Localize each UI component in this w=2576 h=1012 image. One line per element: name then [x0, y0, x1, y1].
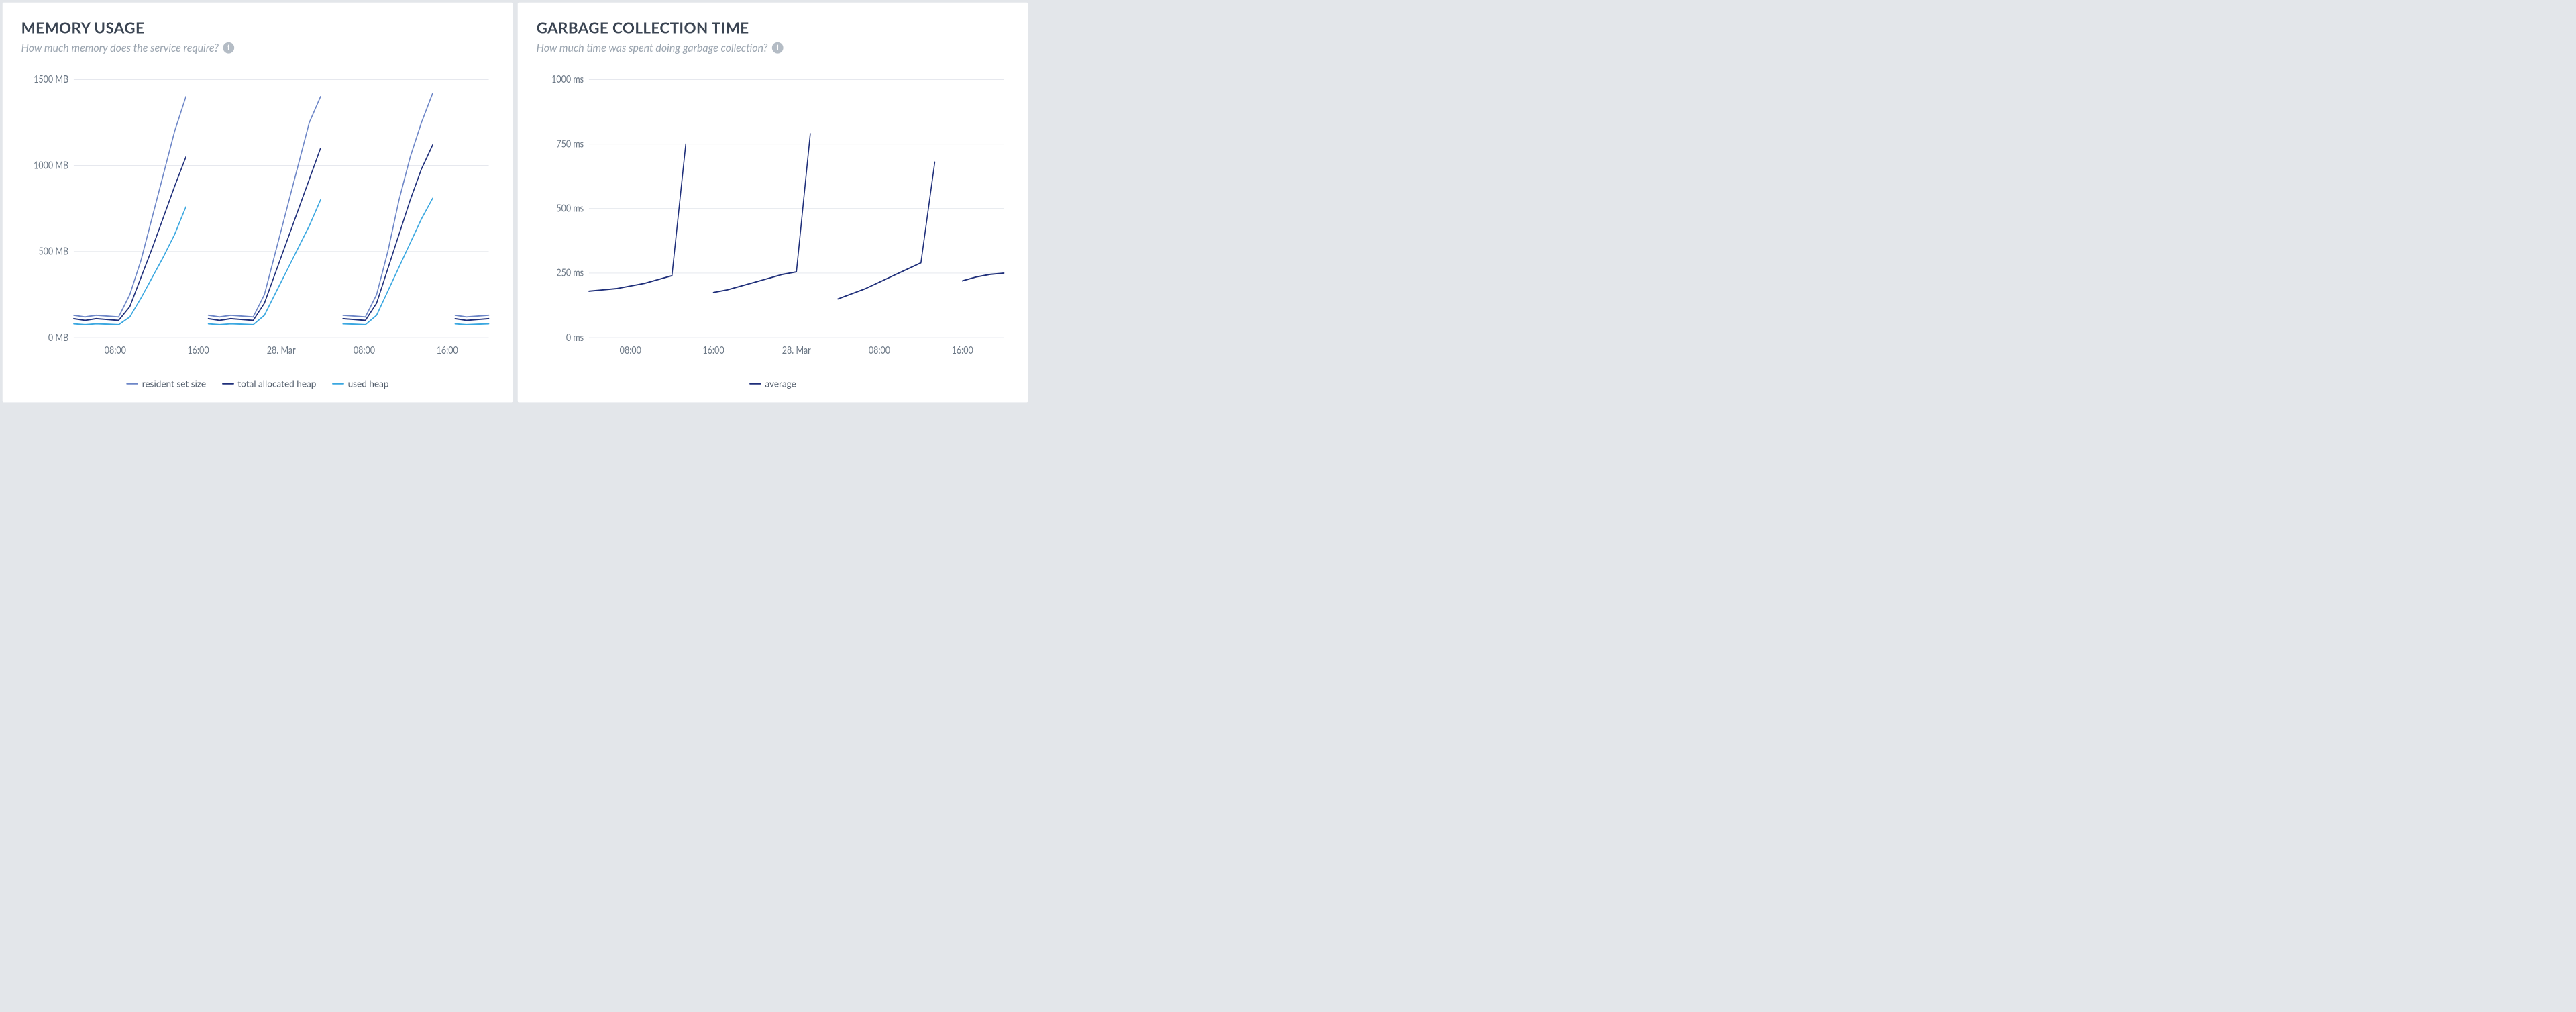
memory-subtitle-text: How much memory does the service require…	[21, 42, 219, 54]
legend-label: resident set size	[142, 378, 206, 389]
legend-label: average	[765, 378, 796, 389]
memory-subtitle-row: How much memory does the service require…	[21, 42, 494, 54]
svg-text:500 MB: 500 MB	[38, 244, 68, 257]
legend-label: total allocated heap	[237, 378, 316, 389]
svg-text:16:00: 16:00	[952, 344, 973, 356]
info-icon[interactable]: i	[772, 42, 784, 54]
info-icon[interactable]: i	[223, 42, 234, 54]
legend-swatch	[222, 383, 234, 384]
memory-chart-svg: 0 MB 500 MB 1000 MB 1500 MB 08:00 16:00 28. Ma…	[21, 73, 494, 370]
memory-chart: 0 MB 500 MB 1000 MB 1500 MB 08:00 16:00 28. Ma…	[21, 73, 494, 370]
legend-swatch	[749, 383, 761, 384]
svg-text:1500 MB: 1500 MB	[34, 73, 68, 85]
svg-text:08:00: 08:00	[620, 344, 641, 356]
legend-label: used heap	[348, 378, 389, 389]
svg-text:0 ms: 0 ms	[566, 331, 584, 344]
svg-text:1000 ms: 1000 ms	[551, 73, 584, 85]
svg-text:500 ms: 500 ms	[556, 201, 584, 214]
svg-text:750 ms: 750 ms	[556, 137, 584, 150]
gc-legend: average	[537, 378, 1010, 389]
svg-text:1000 MB: 1000 MB	[34, 158, 68, 171]
svg-text:250 ms: 250 ms	[556, 266, 584, 279]
gc-chart-svg: 0 ms 250 ms 500 ms 750 ms 1000 ms 08:00 16:00 2…	[537, 73, 1010, 370]
memory-title: MEMORY USAGE	[21, 19, 494, 37]
legend-swatch	[127, 383, 139, 384]
legend-item[interactable]: used heap	[332, 378, 388, 389]
svg-text:16:00: 16:00	[702, 344, 724, 356]
svg-text:16:00: 16:00	[437, 344, 458, 356]
svg-text:08:00: 08:00	[354, 344, 375, 356]
gc-title: GARBAGE COLLECTION TIME	[537, 19, 1010, 37]
svg-text:0 MB: 0 MB	[48, 331, 68, 344]
legend-swatch	[332, 383, 344, 384]
memory-usage-panel: MEMORY USAGE How much memory does the se…	[2, 2, 513, 403]
gc-subtitle-text: How much time was spent doing garbage co…	[537, 42, 768, 54]
svg-text:28. Mar: 28. Mar	[782, 344, 811, 356]
memory-legend: resident set size total allocated heap use…	[21, 378, 494, 389]
legend-item[interactable]: average	[749, 378, 796, 389]
gc-chart: 0 ms 250 ms 500 ms 750 ms 1000 ms 08:00 16:00 2…	[537, 73, 1010, 370]
svg-text:08:00: 08:00	[105, 344, 126, 356]
svg-text:28. Mar: 28. Mar	[267, 344, 296, 356]
gc-time-panel: GARBAGE COLLECTION TIME How much time wa…	[517, 2, 1028, 403]
gc-subtitle-row: How much time was spent doing garbage co…	[537, 42, 1010, 54]
svg-text:08:00: 08:00	[869, 344, 890, 356]
legend-item[interactable]: total allocated heap	[222, 378, 316, 389]
legend-item[interactable]: resident set size	[127, 378, 207, 389]
svg-text:16:00: 16:00	[187, 344, 209, 356]
